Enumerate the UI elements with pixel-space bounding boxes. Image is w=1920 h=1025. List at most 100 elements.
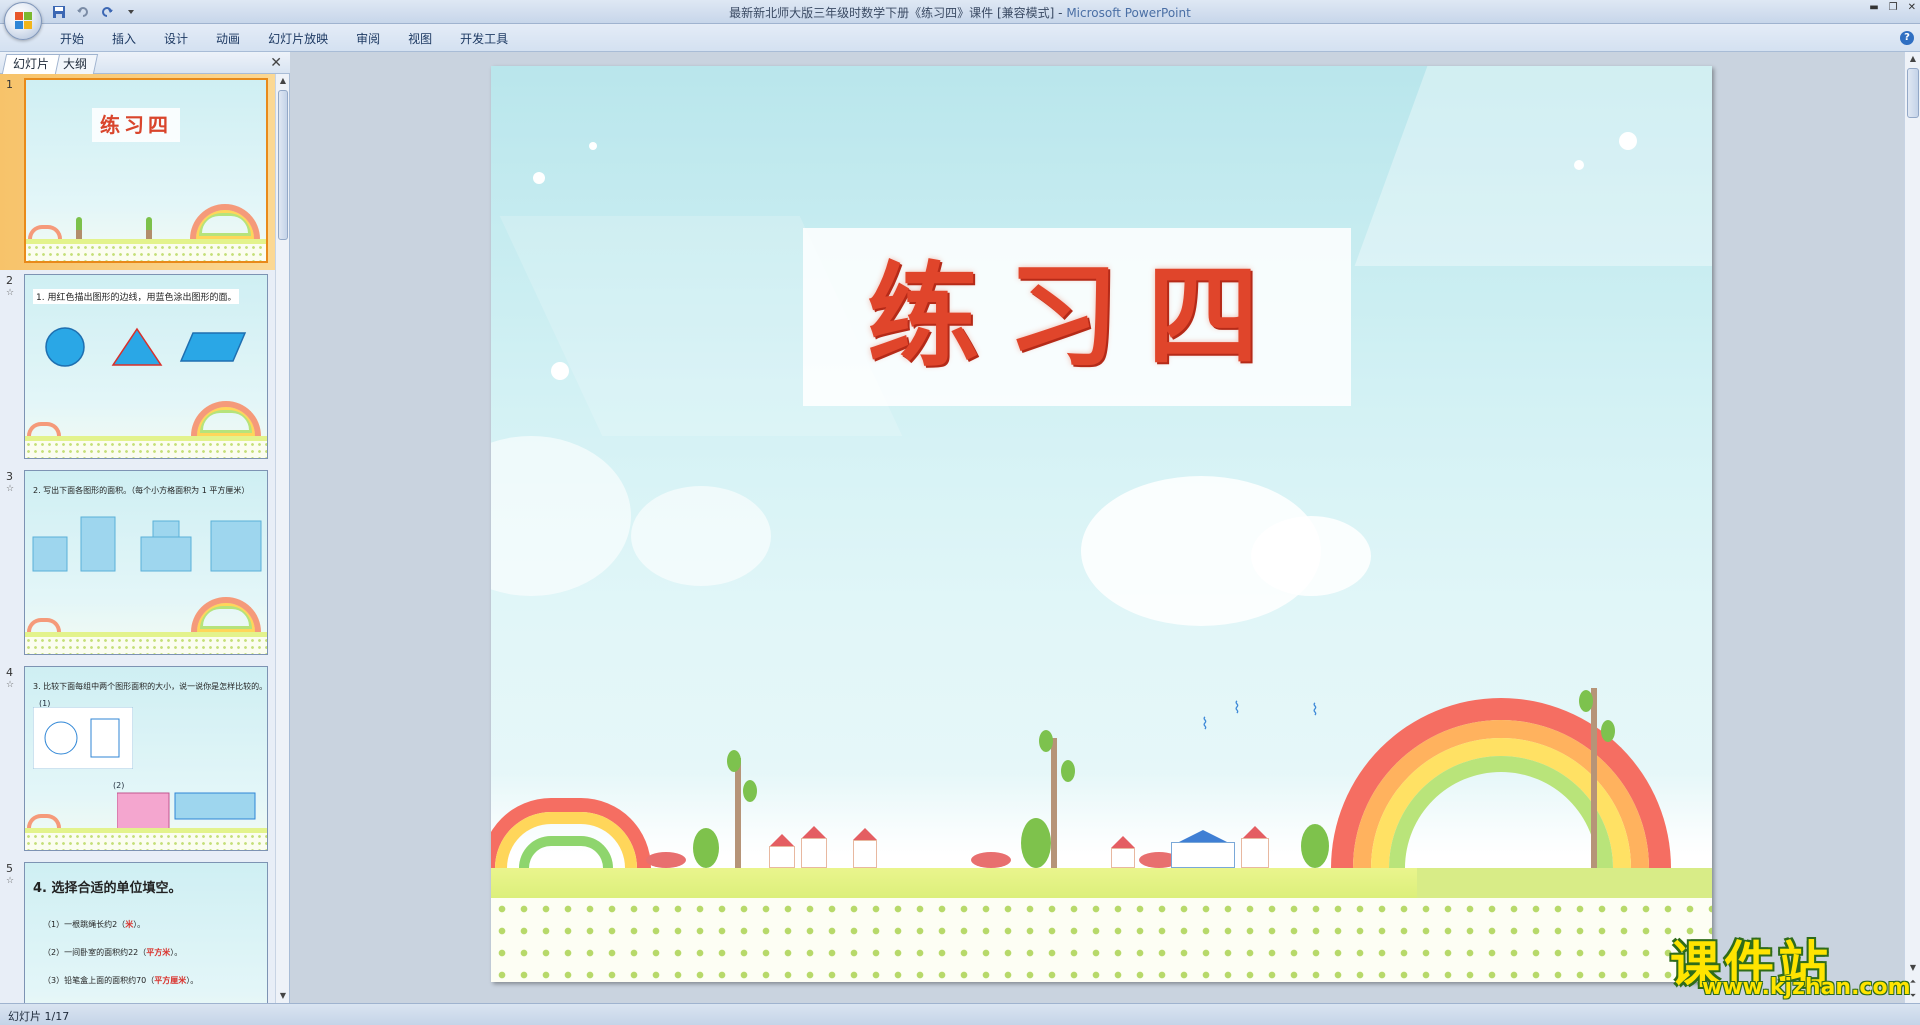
thumbnail-row-3[interactable]: 3 ☆ 2. 写出下面各图形的面积。（每个小方格面积为 1 平方厘米） — [0, 466, 276, 662]
house-roof — [853, 828, 877, 840]
thumbnail-title: 练习四 — [92, 108, 180, 142]
thumbnail-scrollbar[interactable]: ▲ ▼ — [275, 74, 289, 1003]
tab-outline-label: 大纲 — [63, 57, 88, 71]
slides-pane: 幻灯片 大纲 ✕ 1 练习四 2 ☆ 1. 用红色描出图形的边线，用蓝色涂出图形… — [0, 52, 290, 1003]
thumbnail-list: 1 练习四 2 ☆ 1. 用红色描出图形的边线，用蓝色涂出图形的面。 3 ☆ 2… — [0, 74, 276, 1003]
bird-icon: ⌇ — [1233, 698, 1241, 717]
rainbow-small — [28, 225, 62, 239]
background-streak — [1354, 66, 1712, 266]
tab-review[interactable]: 审阅 — [344, 30, 392, 48]
help-icon[interactable]: ? — [1900, 31, 1914, 45]
tab-animations[interactable]: 动画 — [204, 30, 252, 48]
office-logo-icon — [15, 12, 33, 30]
thumbnail-number: 5 — [6, 862, 13, 875]
slide-canvas[interactable]: 练习四 ⌇ ⌇ ⌇ — [491, 66, 1712, 982]
tree-leaf — [1601, 720, 1615, 742]
tree-leaf — [1039, 730, 1053, 752]
scroll-thumb[interactable] — [1907, 68, 1919, 118]
thumbnail-row-2[interactable]: 2 ☆ 1. 用红色描出图形的边线，用蓝色涂出图形的面。 — [0, 270, 276, 466]
ground — [25, 632, 267, 654]
house-roof — [802, 826, 826, 838]
thumbnail-number: 2 — [6, 274, 13, 287]
house-roof — [1243, 826, 1267, 838]
scroll-thumb[interactable] — [278, 90, 288, 240]
house-roof — [770, 834, 794, 846]
editor-scrollbar[interactable]: ▲ ▼ ⏶ ⏷ — [1904, 52, 1920, 1003]
thumbnail-slide-3[interactable]: 2. 写出下面各图形的面积。（每个小方格面积为 1 平方厘米） — [24, 470, 268, 655]
thumbnail-slide-1[interactable]: 练习四 — [24, 78, 268, 263]
tab-slides[interactable]: 幻灯片 — [1, 54, 61, 74]
tab-view[interactable]: 视图 — [396, 30, 444, 48]
flower-bed — [971, 852, 1011, 868]
tree-leaf — [1061, 760, 1075, 782]
animation-star-icon: ☆ — [6, 876, 15, 886]
scroll-down-icon[interactable]: ▼ — [276, 989, 290, 1003]
thumbnail-row-5[interactable]: 5 ☆ 4. 选择合适的单位填空。 （1）一根跳绳长约2（米）。 （2）一间卧室… — [0, 858, 276, 1003]
title-bar: 最新新北师大版三年级时数学下册《练习四》课件 [兼容模式] - Microsof… — [0, 0, 1920, 24]
tree — [735, 758, 741, 868]
rainbow-small — [27, 422, 61, 436]
rainbow — [190, 204, 260, 239]
house — [853, 840, 877, 868]
thumbnail-number: 4 — [6, 666, 13, 679]
scroll-up-icon[interactable]: ▲ — [276, 74, 290, 88]
slide-title[interactable]: 练习四 — [803, 228, 1351, 406]
tree-leaf — [1579, 690, 1593, 712]
pane-tabs: 幻灯片 大纲 ✕ — [0, 52, 290, 74]
bird-icon: ⌇ — [1311, 700, 1319, 719]
sparkle — [589, 142, 597, 150]
thumbnail-row-4[interactable]: 4 ☆ 3. 比较下面每组中两个图形面积的大小，说一说你是怎样比较的。 (1) … — [0, 662, 276, 858]
animation-star-icon: ☆ — [6, 680, 15, 690]
bush — [1021, 818, 1051, 868]
cloud — [1251, 516, 1371, 596]
slide-counter: 幻灯片 1/17 — [8, 1010, 70, 1023]
ground — [25, 436, 267, 458]
restore-icon[interactable]: ❐ — [1889, 2, 1898, 13]
dotted-ground — [491, 898, 1712, 982]
house-roof — [1179, 830, 1227, 842]
thumbnail-slide-2[interactable]: 1. 用红色描出图形的边线，用蓝色涂出图形的面。 — [24, 274, 268, 459]
tab-insert[interactable]: 插入 — [100, 30, 148, 48]
rainbow — [191, 401, 261, 436]
rainbow-small — [27, 618, 61, 632]
grid-compare-illustration — [33, 707, 133, 769]
close-icon[interactable]: ✕ — [1908, 2, 1916, 13]
status-bar: 幻灯片 1/17 — [0, 1003, 1920, 1025]
scroll-up-icon[interactable]: ▲ — [1905, 52, 1920, 66]
tab-developer[interactable]: 开发工具 — [448, 30, 520, 48]
tab-slides-label: 幻灯片 — [13, 57, 50, 71]
sparkle — [1619, 132, 1637, 150]
tab-home[interactable]: 开始 — [48, 30, 96, 48]
fill-line-3: （3）铅笔盒上面的面积约70（平方厘米）。 — [43, 976, 199, 985]
shapes-illustration — [45, 327, 247, 367]
pane-close-icon[interactable]: ✕ — [270, 55, 282, 71]
thumbnail-slide-5[interactable]: 4. 选择合适的单位填空。 （1）一根跳绳长约2（米）。 （2）一间卧室的面积约… — [24, 862, 268, 1003]
tab-slideshow[interactable]: 幻灯片放映 — [256, 30, 340, 48]
house — [801, 838, 827, 868]
cloud — [631, 486, 771, 586]
thumbnail-number: 1 — [6, 78, 13, 91]
house-roof — [1111, 836, 1135, 848]
fill-line-2: （2）一间卧室的面积约22（平方米）。 — [43, 948, 183, 957]
tree — [1051, 738, 1057, 868]
flower-bed — [646, 852, 686, 868]
window-title: 最新新北师大版三年级时数学下册《练习四》课件 [兼容模式] - Microsof… — [0, 4, 1920, 21]
app-name: Microsoft PowerPoint — [1066, 6, 1191, 20]
office-button[interactable] — [4, 2, 42, 40]
house — [769, 846, 795, 868]
sparkle — [551, 362, 569, 380]
ground — [26, 239, 266, 261]
document-title: 最新新北师大版三年级时数学下册《练习四》课件 [兼容模式] - — [729, 6, 1067, 20]
thumbnail-caption: 3. 比较下面每组中两个图形面积的大小，说一说你是怎样比较的。 — [33, 682, 268, 691]
tab-design[interactable]: 设计 — [152, 30, 200, 48]
fill-line-1: （1）一根跳绳长约2（米）。 — [43, 920, 146, 929]
bird-icon: ⌇ — [1201, 714, 1209, 733]
tree-leaf — [743, 780, 757, 802]
house — [1111, 848, 1135, 868]
thumbnail-slide-4[interactable]: 3. 比较下面每组中两个图形面积的大小，说一说你是怎样比较的。 (1) (2) — [24, 666, 268, 851]
minimize-icon[interactable]: ▬ — [1869, 2, 1878, 13]
rainbow-small — [27, 814, 61, 828]
watermark-url: www.kjzhan.com — [1702, 975, 1911, 1000]
tree — [1591, 688, 1597, 868]
thumbnail-row-1[interactable]: 1 练习四 — [0, 74, 276, 270]
